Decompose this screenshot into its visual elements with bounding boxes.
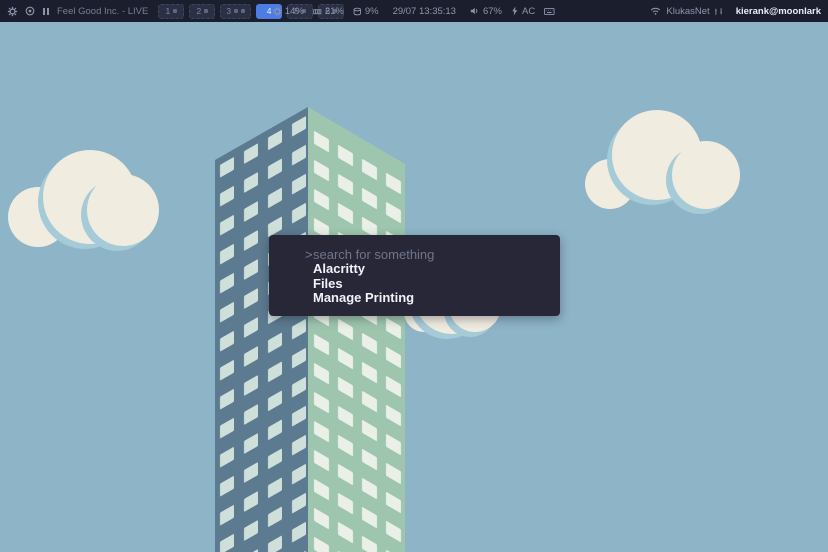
volume-value: 67%	[483, 6, 502, 17]
search-input[interactable]: > search for something	[269, 248, 560, 262]
disk-icon	[353, 7, 362, 16]
app-launcher: > search for something Alacritty Files M…	[269, 235, 560, 316]
workspace-pill-3[interactable]: 3	[220, 4, 251, 19]
power-stat: AC	[511, 6, 535, 17]
desktop: Feel Good Inc. - LIVE 1 2 3 4	[0, 0, 828, 552]
client-dot	[173, 9, 177, 13]
top-bar: Feel Good Inc. - LIVE 1 2 3 4	[0, 0, 828, 22]
gear-icon[interactable]	[7, 6, 18, 17]
cloud-left	[8, 150, 159, 251]
memory-value: 21%	[325, 6, 344, 17]
pause-icon[interactable]	[42, 7, 50, 16]
cloud-right	[585, 110, 740, 214]
workspace-label: 1	[165, 6, 170, 16]
keyboard-icon[interactable]	[544, 7, 555, 16]
building	[215, 107, 405, 552]
bar-right: KlukasNet kierank@moonlark	[650, 6, 821, 17]
workspace-label: 4	[267, 6, 272, 16]
client-dot	[241, 9, 245, 13]
disk-stat: 9%	[353, 6, 379, 17]
disk-value: 9%	[365, 6, 379, 17]
launcher-result-files[interactable]: Files	[269, 277, 560, 291]
traffic-arrows-icon	[715, 7, 722, 16]
launcher-result-alacritty[interactable]: Alacritty	[269, 262, 560, 276]
search-placeholder: search for something	[313, 248, 434, 262]
cpu-value: 14%	[285, 6, 304, 17]
now-playing-title[interactable]: Feel Good Inc. - LIVE	[57, 6, 148, 17]
wifi-icon[interactable]	[650, 6, 661, 16]
logged-in-user: kierank@moonlark	[736, 6, 821, 17]
client-dot	[204, 9, 208, 13]
clock: 29/07 13:35:13	[393, 6, 456, 17]
bar-center: 14% 21% 9%	[273, 6, 555, 17]
volume-stat[interactable]: 67%	[470, 6, 502, 17]
speaker-icon	[470, 6, 480, 16]
workspace-label: 3	[226, 6, 231, 16]
memory-icon	[313, 7, 322, 16]
workspace-label: 2	[196, 6, 201, 16]
cpu-stat: 14%	[273, 6, 304, 17]
network-ssid[interactable]: KlukasNet	[666, 6, 709, 17]
cpu-icon	[273, 7, 282, 16]
workspace-pill-1[interactable]: 1	[158, 4, 184, 19]
launcher-result-manage-printing[interactable]: Manage Printing	[269, 291, 560, 305]
client-dot	[234, 9, 238, 13]
workspace-pill-2[interactable]: 2	[189, 4, 215, 19]
prompt-icon: >	[305, 248, 313, 262]
power-bolt-icon	[511, 6, 519, 16]
record-icon[interactable]	[25, 6, 35, 16]
power-value: AC	[522, 6, 535, 17]
memory-stat: 21%	[313, 6, 344, 17]
